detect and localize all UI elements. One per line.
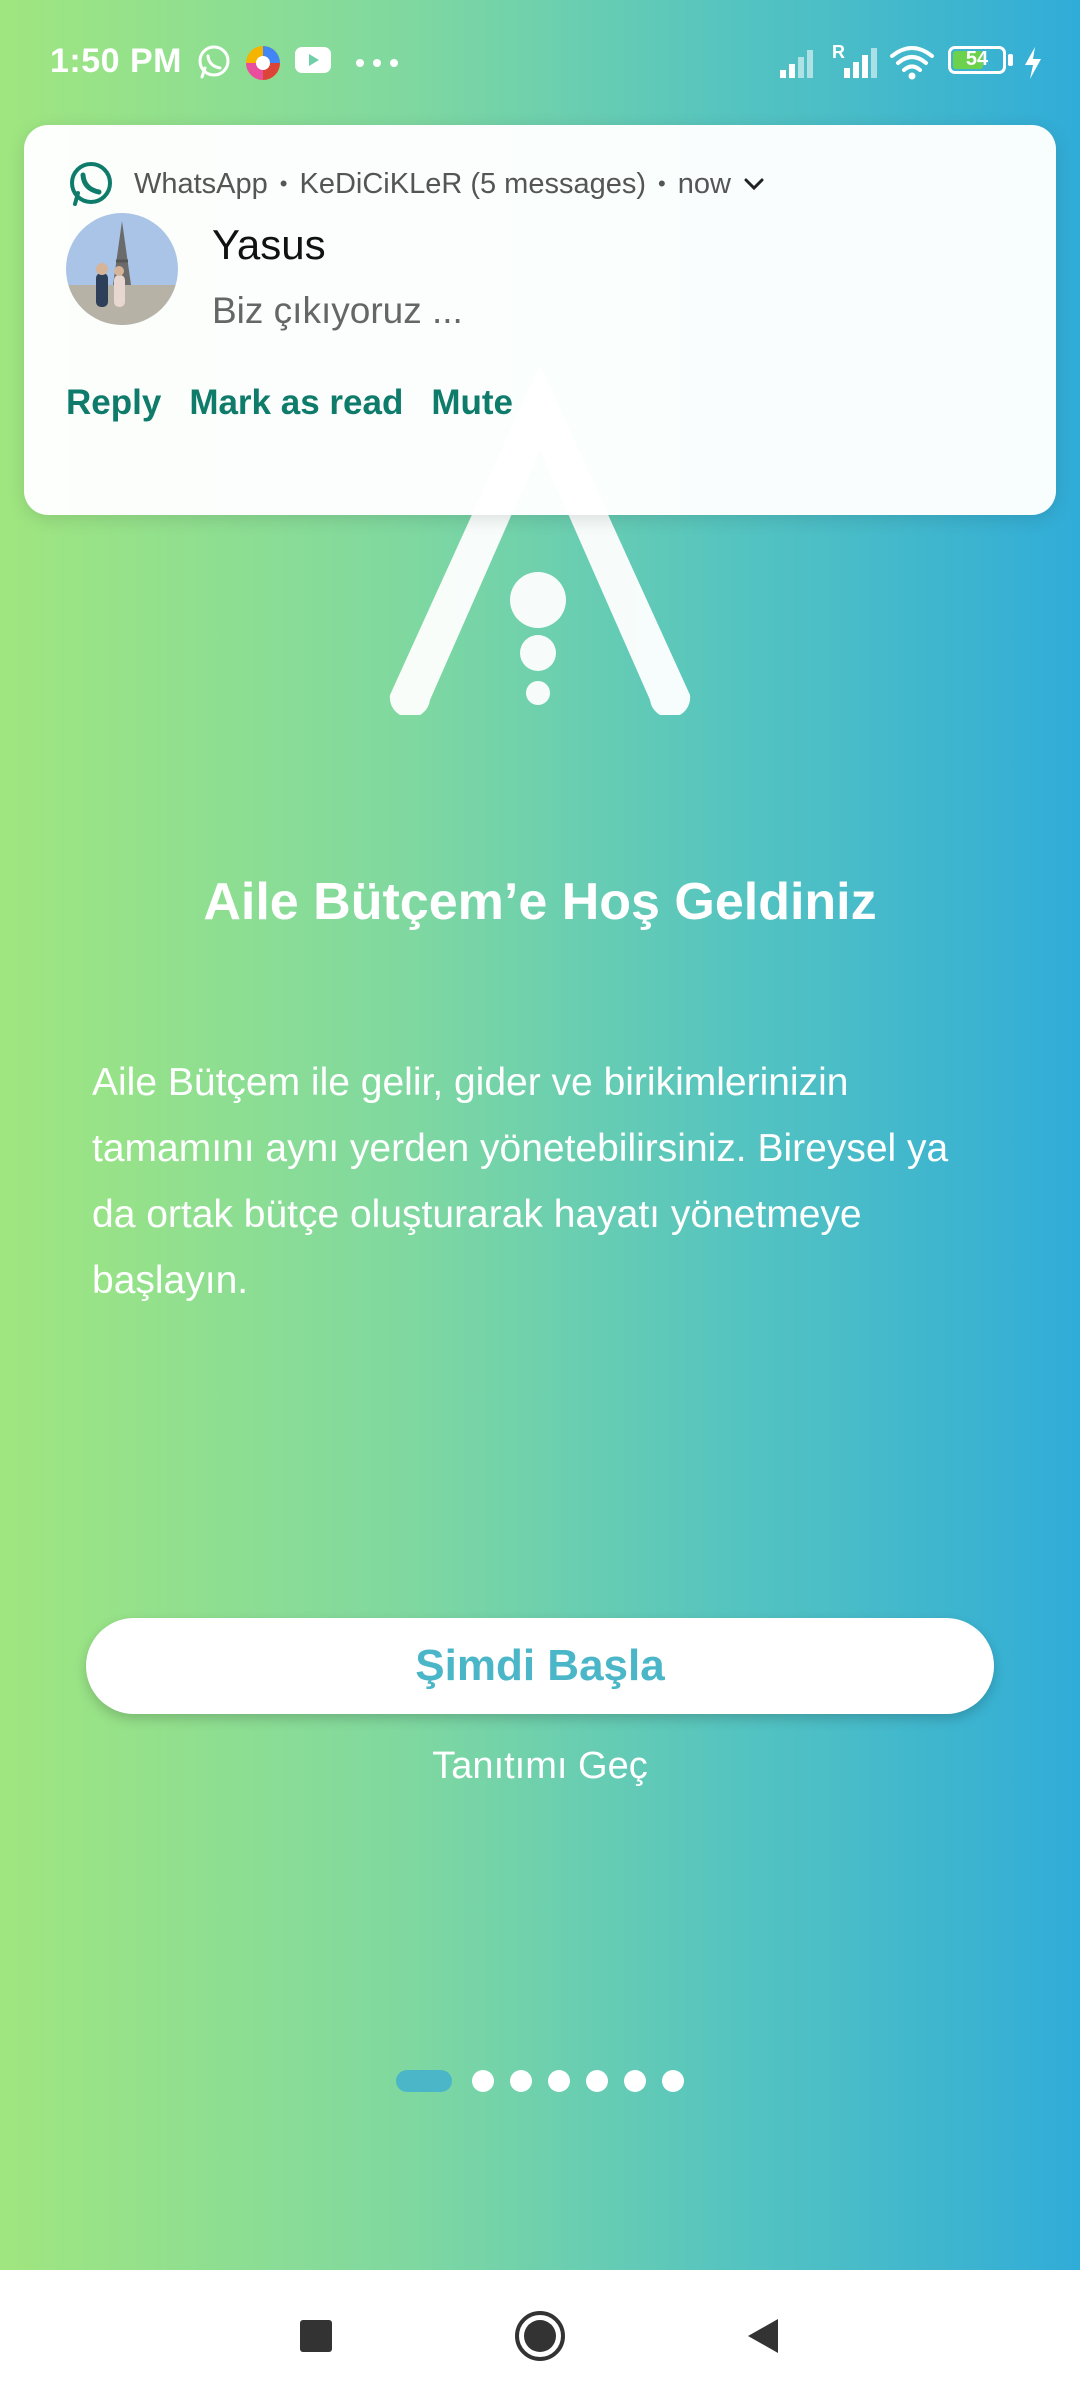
browser-icon	[246, 46, 280, 80]
page-dot-active	[396, 2070, 452, 2092]
onboarding-title: Aile Bütçem’e Hoş Geldiniz	[203, 873, 877, 931]
notification-sender: Yasus	[212, 221, 326, 268]
status-bar: 1:50 PM R 54	[0, 0, 1080, 125]
page-dot	[624, 2070, 646, 2092]
page-dot	[510, 2070, 532, 2092]
whatsapp-icon	[70, 162, 112, 206]
whatsapp-notification[interactable]: WhatsApp • KeDiCiKLeR (5 messages) • now…	[24, 125, 1056, 515]
page-dot	[662, 2070, 684, 2092]
charging-icon	[1025, 47, 1041, 79]
reply-button[interactable]: Reply	[66, 383, 161, 423]
recents-square-icon[interactable]	[286, 2306, 346, 2366]
page-indicator	[0, 2070, 1080, 2092]
notification-app-name: WhatsApp	[134, 167, 268, 200]
home-circle-icon[interactable]	[510, 2306, 570, 2366]
separator-dot: •	[658, 171, 666, 196]
more-dots-icon	[356, 59, 398, 67]
mute-button[interactable]: Mute	[431, 383, 513, 423]
whatsapp-icon	[198, 45, 230, 79]
page-dot	[472, 2070, 494, 2092]
notification-group: KeDiCiKLeR (5 messages)	[299, 167, 647, 200]
back-triangle-icon[interactable]	[734, 2306, 794, 2366]
notification-message: Biz çıkıyoruz ...	[212, 290, 463, 331]
onboarding-description: Aile Bütçem ile gelir, gider ve birikiml…	[92, 1061, 949, 1302]
battery-icon: 54	[948, 46, 1014, 78]
signal-roaming-icon: R	[832, 42, 882, 82]
page-dot	[586, 2070, 608, 2092]
avatar	[66, 213, 178, 325]
navigation-bar	[0, 2270, 1080, 2400]
page-dot	[548, 2070, 570, 2092]
skip-intro-link[interactable]: Tanıtımı Geç	[0, 1745, 1080, 1788]
separator-dot: •	[279, 171, 288, 196]
chevron-down-icon[interactable]	[743, 177, 765, 191]
signal-icon	[780, 50, 813, 78]
screen: 1:50 PM R 54 WhatsApp • KeDiCiKLeR (5 me…	[0, 0, 1080, 2400]
start-button[interactable]: Şimdi Başla	[86, 1618, 994, 1714]
status-time: 1:50 PM	[50, 42, 182, 80]
notification-actions: Reply Mark as read Mute	[66, 383, 513, 423]
mark-as-read-button[interactable]: Mark as read	[189, 383, 403, 423]
youtube-icon	[295, 47, 331, 73]
notification-header: WhatsApp • KeDiCiKLeR (5 messages) • now	[66, 159, 765, 209]
notification-time: now	[677, 167, 731, 200]
wifi-icon	[890, 46, 934, 80]
